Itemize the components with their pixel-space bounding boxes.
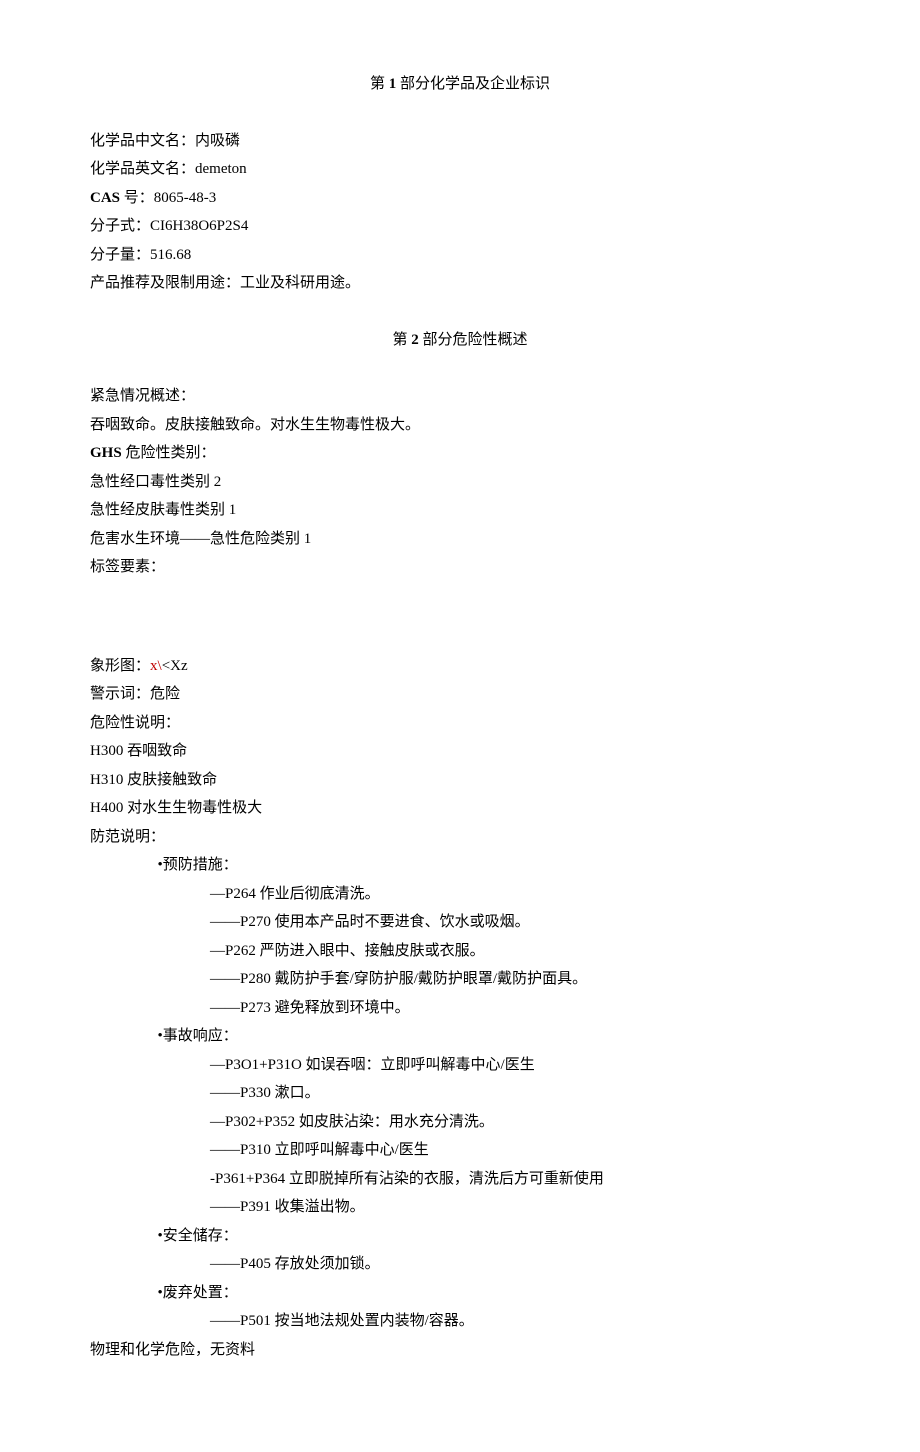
emergency-text: 吞咽致命。皮肤接触致命。对水生生物毒性极大。 [90,411,830,440]
ghs-cat-1: 急性经皮肤毒性类别 1 [90,496,830,525]
mw-value: 516.68 [150,247,191,263]
hazard-2: H400 对水生生物毒性极大 [90,794,830,823]
prevention-4: ——P273 避免释放到环境中。 [90,994,830,1023]
response-3: ——P310 立即呼叫解毒中心/医生 [90,1136,830,1165]
name-en-value: demeton [195,161,247,177]
name-cn-line: 化学品中文名：内吸磷 [90,127,830,156]
response-header: •事故响应： [90,1022,830,1051]
signal-value: 危险 [150,686,180,702]
usage-label: 产品推荐及限制用途： [90,275,240,291]
formula-value: CI6H38O6P2S4 [150,218,248,234]
emergency-label: 紧急情况概述： [90,382,830,411]
pictogram-label: 象形图： [90,658,150,674]
spacer [90,582,830,652]
response-4: -P361+P364 立即脱掉所有沾染的衣服，清洗后方可重新使用 [90,1165,830,1194]
disposal-0: ——P501 按当地法规处置内装物/容器。 [90,1307,830,1336]
hazard-label: 危险性说明： [90,709,830,738]
formula-label: 分子式： [90,218,150,234]
prevention-header: •预防措施： [90,851,830,880]
pictogram-line: 象形图：x\<Xz [90,652,830,681]
formula-line: 分子式：CI6H38O6P2S4 [90,212,830,241]
response-0: —P3O1+P31O 如误吞咽：立即呼叫解毒中心/医生 [90,1051,830,1080]
response-2: —P302+P352 如皮肤沾染：用水充分清洗。 [90,1108,830,1137]
ghs-label-suffix: 危险性类别： [122,445,216,461]
section2-title-prefix: 第 [392,332,411,348]
response-1: ——P330 漱口。 [90,1079,830,1108]
name-en-label: 化学品英文名： [90,161,195,177]
prevention-1: ——P270 使用本产品时不要进食、饮水或吸烟。 [90,908,830,937]
name-en-line: 化学品英文名：demeton [90,155,830,184]
physchem-line: 物理和化学危险，无资料 [90,1336,830,1365]
prevention-0: —P264 作业后彻底清洗。 [90,880,830,909]
label-elements: 标签要素： [90,553,830,582]
disposal-header: •废弃处置： [90,1279,830,1308]
ghs-cat-0: 急性经口毒性类别 2 [90,468,830,497]
storage-0: ——P405 存放处须加锁。 [90,1250,830,1279]
ghs-label-line: GHS 危险性类别： [90,439,830,468]
precaution-label: 防范说明： [90,823,830,852]
pictogram-red-text: x\ [150,658,162,674]
cas-value: 8065-48-3 [154,190,217,206]
name-cn-value: 内吸磷 [195,133,240,149]
mw-label: 分子量： [90,247,150,263]
ghs-cat-2: 危害水生环境——急性危险类别 1 [90,525,830,554]
section1-title-suffix: 部分化学品及企业标识 [396,76,550,92]
usage-line: 产品推荐及限制用途：工业及科研用途。 [90,269,830,298]
section1-title-prefix: 第 [370,76,389,92]
hazard-0: H300 吞咽致命 [90,737,830,766]
section2-title-num: 2 [411,332,419,348]
section2-title-suffix: 部分危险性概述 [419,332,528,348]
ghs-label-bold: GHS [90,445,122,461]
signal-line: 警示词：危险 [90,680,830,709]
prevention-3: ——P280 戴防护手套/穿防护服/戴防护眼罩/戴防护面具。 [90,965,830,994]
usage-value: 工业及科研用途。 [240,275,360,291]
cas-label-suffix: 号： [120,190,154,206]
pictogram-rest: <Xz [162,658,188,674]
name-cn-label: 化学品中文名： [90,133,195,149]
response-5: ——P391 收集溢出物。 [90,1193,830,1222]
section2-body: 紧急情况概述： 吞咽致命。皮肤接触致命。对水生生物毒性极大。 GHS 危险性类别… [90,382,830,1364]
cas-line: CAS 号：8065-48-3 [90,184,830,213]
prevention-2: —P262 严防进入眼中、接触皮肤或衣服。 [90,937,830,966]
cas-label-bold: CAS [90,190,120,206]
section2-title: 第 2 部分危险性概述 [90,326,830,355]
storage-header: •安全储存： [90,1222,830,1251]
signal-label: 警示词： [90,686,150,702]
mw-line: 分子量：516.68 [90,241,830,270]
section1-body: 化学品中文名：内吸磷 化学品英文名：demeton CAS 号：8065-48-… [90,127,830,298]
section1-title: 第 1 部分化学品及企业标识 [90,70,830,99]
hazard-1: H310 皮肤接触致命 [90,766,830,795]
